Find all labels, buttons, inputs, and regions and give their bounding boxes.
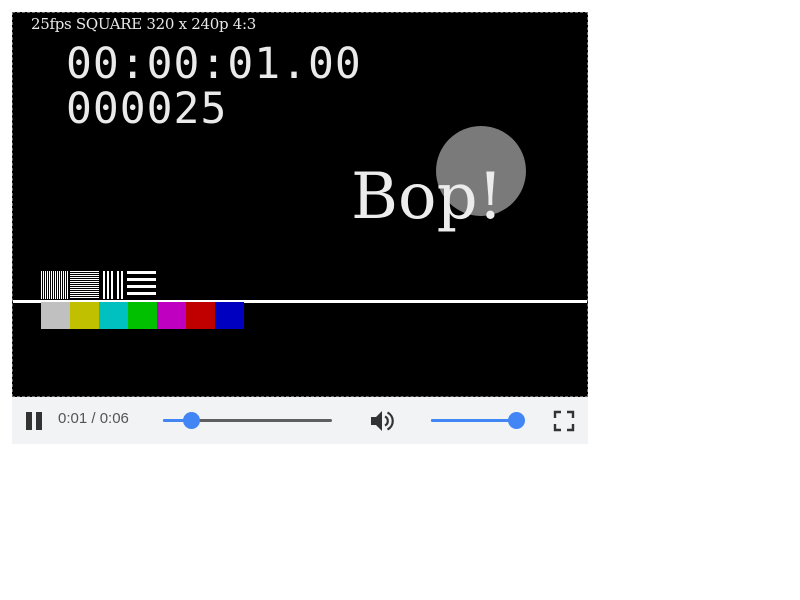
resolution-pattern-vertical (41, 271, 68, 299)
fullscreen-icon (553, 410, 575, 432)
time-display: 0:01 / 0:06 (58, 410, 129, 427)
color-bar (99, 302, 128, 329)
bop-caption: Bop! (351, 160, 504, 234)
resolution-pattern-horizontal (70, 271, 99, 298)
color-bar (41, 302, 70, 329)
pause-button[interactable] (22, 410, 46, 432)
color-bar (186, 302, 215, 329)
color-bar (157, 302, 186, 329)
resolution-pattern-coarse-horizontal (127, 271, 156, 295)
seek-slider[interactable] (163, 412, 332, 429)
media-controls: 0:01 / 0:06 (12, 397, 588, 444)
video-player: 25fps SQUARE 320 x 240p 4:3 00:00:01.00 … (12, 12, 588, 444)
fullscreen-button[interactable] (552, 410, 576, 432)
format-info-overlay: 25fps SQUARE 320 x 240p 4:3 (31, 15, 256, 33)
resolution-pattern-coarse-vertical (103, 271, 123, 299)
pause-icon (26, 412, 42, 430)
timecode-overlay: 00:00:01.00 (66, 39, 362, 89)
video-frame[interactable]: 25fps SQUARE 320 x 240p 4:3 00:00:01.00 … (12, 12, 588, 397)
mute-button[interactable] (368, 408, 396, 434)
volume-slider[interactable] (431, 412, 525, 429)
volume-thumb[interactable] (508, 412, 525, 429)
color-bars (41, 302, 244, 329)
seek-thumb[interactable] (183, 412, 201, 429)
color-bar (70, 302, 99, 329)
volume-level-fill (431, 419, 516, 422)
volume-up-icon (371, 411, 394, 431)
frame-counter-overlay: 000025 (66, 84, 228, 134)
color-bar (215, 302, 244, 329)
color-bar (128, 302, 157, 329)
